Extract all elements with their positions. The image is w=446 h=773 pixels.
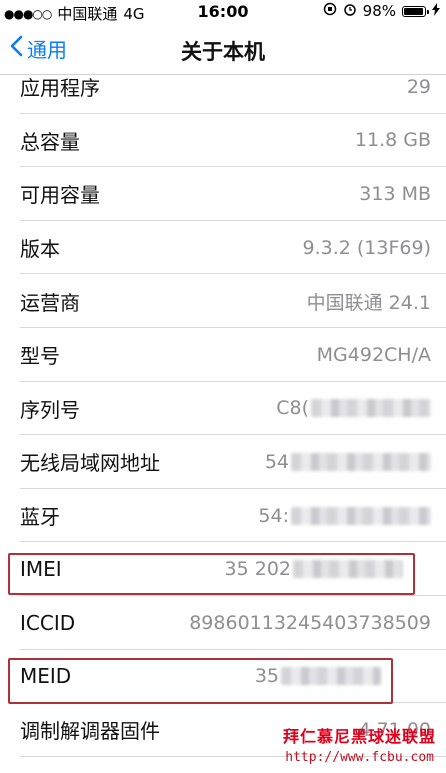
status-bar: ●●●○○ 中国联通 4G 16:00 98% [0, 0, 446, 24]
alarm-icon [343, 2, 357, 20]
row-capacity: 总容量 11.8 GB [0, 114, 446, 168]
row-value-redacted: 54 [265, 451, 431, 473]
meid-highlight-box [8, 658, 393, 704]
row-value: 29 [406, 75, 431, 98]
battery-percent: 98% [362, 2, 396, 20]
row-label: 总容量 [20, 129, 80, 154]
row-label: 无线局域网地址 [20, 451, 160, 476]
row-iccid: ICCID 89860113245403738509 [0, 596, 446, 650]
watermark-text: 拜仁慕尼黑球迷联盟 [282, 727, 436, 746]
row-label: 版本 [20, 237, 60, 262]
about-info-list: 应用程序 29 总容量 11.8 GB 可用容量 313 MB 版本 9.3.2… [0, 60, 446, 757]
row-label: 型号 [20, 344, 60, 369]
imei-highlight-box [8, 553, 415, 595]
battery-icon [402, 5, 429, 17]
row-label: ICCID [20, 610, 76, 635]
row-serial-number: 序列号 C8( [0, 382, 446, 436]
row-value: 11.8 GB [354, 129, 431, 152]
row-label: 蓝牙 [20, 505, 60, 530]
row-value-visible-part: 54: [258, 504, 289, 527]
row-model: 型号 MG492CH/A [0, 328, 446, 382]
row-carrier: 运营商 中国联通 24.1 [0, 274, 446, 328]
row-value-redacted: 54: [258, 505, 431, 527]
redaction-blur [311, 399, 431, 418]
watermark-url: http://www.fcbu.com [285, 750, 434, 765]
redaction-blur [291, 452, 431, 471]
row-value-redacted: C8( [276, 397, 431, 419]
row-wifi-address: 无线局域网地址 54 [0, 435, 446, 489]
row-label: 运营商 [20, 290, 80, 315]
row-label: 序列号 [20, 397, 80, 422]
row-version: 版本 9.3.2 (13F69) [0, 221, 446, 275]
rotation-lock-icon [323, 2, 337, 20]
status-right: 98% [323, 2, 440, 20]
row-label: 可用容量 [20, 183, 100, 208]
row-value-visible-part: 54 [264, 450, 289, 473]
row-available: 可用容量 313 MB [0, 167, 446, 221]
row-label: 应用程序 [20, 76, 100, 101]
row-value: MG492CH/A [316, 343, 431, 366]
redaction-blur [291, 506, 431, 525]
row-value: 中国联通 24.1 [306, 291, 431, 314]
row-bluetooth: 蓝牙 54: [0, 489, 446, 543]
row-value: 89860113245403738509 [189, 611, 431, 634]
charging-bolt-icon [432, 2, 440, 20]
row-value: 9.3.2 (13F69) [302, 236, 432, 259]
row-value: 313 MB [359, 182, 431, 205]
row-value-visible-part: C8( [276, 397, 309, 420]
row-label: 调制解调器固件 [20, 719, 160, 744]
row-applications: 应用程序 29 [0, 60, 446, 114]
